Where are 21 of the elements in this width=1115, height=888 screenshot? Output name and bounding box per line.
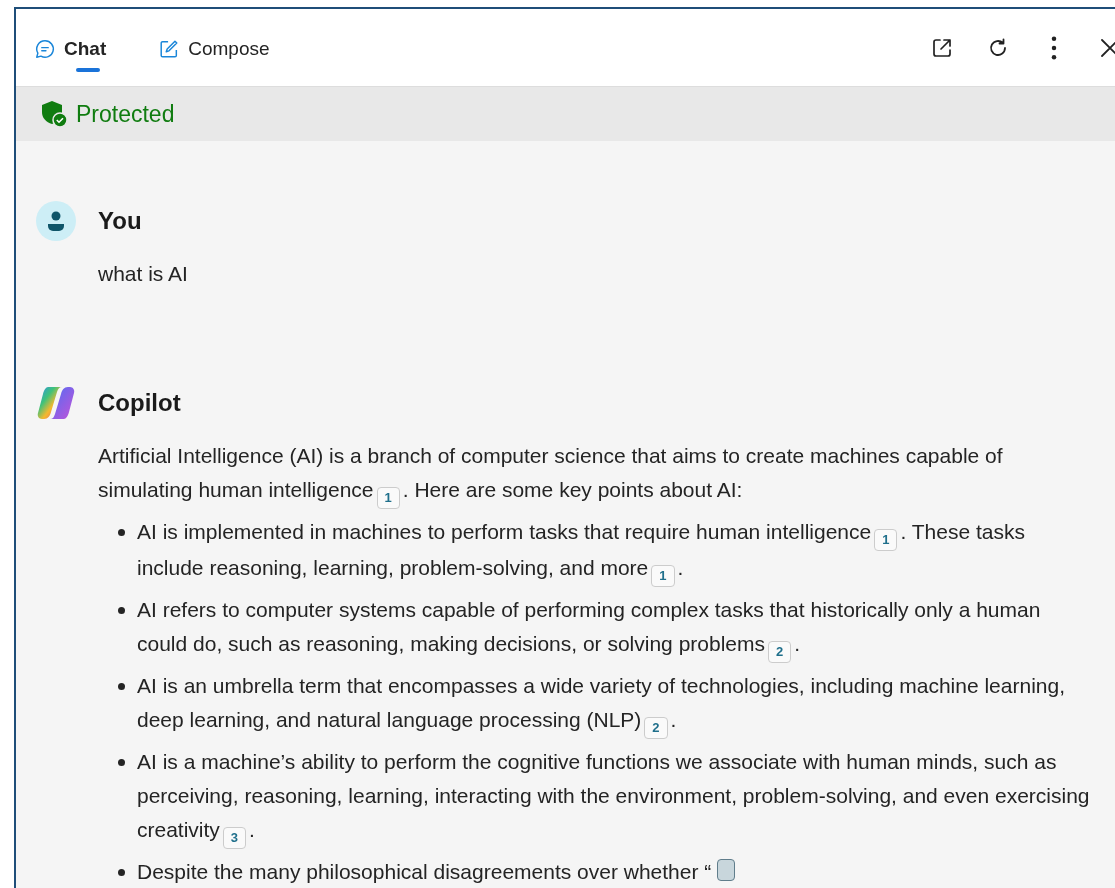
author-name: Copilot [98,389,181,417]
more-icon [1051,35,1057,60]
bullet-icon [118,607,125,614]
bullet-icon [118,529,125,536]
bullet-text: AI is an umbrella term that encompasses a wide variety of technologies, including machine learning, deep learning, and natural language processing (NLP) 2 . [137,669,1095,739]
shield-check-icon [40,100,68,128]
protected-label: Protected [76,100,175,128]
tab[interactable]: Compose [156,31,272,72]
bullet-text: AI refers to computer systems capable of performing complex tasks that historically only a human could do, such as reasoning, making decisions, or solving problems 2 . [137,593,1095,663]
bullet-text: AI is a machine’s ability to perform the cognitive functions we associate with human minds, such as perceiving, reasoning, learning, interacting with the environment, problem-solving, and even exercising creativity 3 . [137,745,1095,849]
bullet-icon [118,683,125,690]
bullet-icon [118,869,125,876]
bullet-icon [118,759,125,766]
author-name: You [98,207,142,235]
message-text: Artificial Intelligence (AI) is a branch of computer science that aims to create machines capable of simulating human intelligence 1 . Here are some key points about AI: [98,439,1095,509]
bullet-text: Despite the many philosophical disagreements over whether “ [137,855,736,888]
user-avatar-icon [36,201,76,241]
tab[interactable]: Chat [32,31,109,72]
bullet-text: AI is implemented in machines to perform tasks that require human intelligence 1 . These tasks include reasoning, learning, problem-solving, and more 1 . [137,515,1095,587]
chat-bubble-icon [34,37,56,60]
message-text: what is AI [98,261,189,287]
